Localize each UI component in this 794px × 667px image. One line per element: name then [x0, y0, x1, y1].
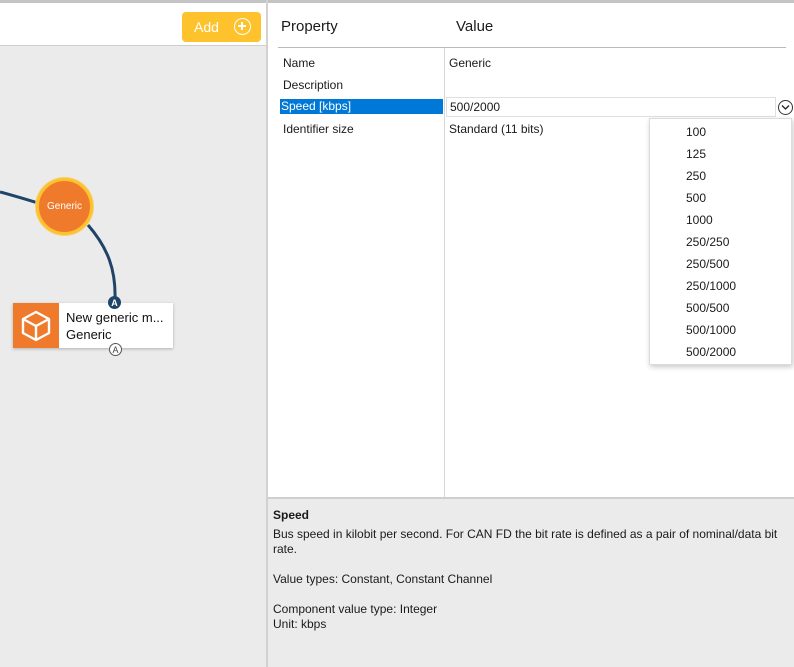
value-column-header: Value: [456, 18, 494, 35]
module-subtitle: Generic: [66, 327, 112, 342]
prop-value-name[interactable]: Generic: [449, 56, 491, 70]
wire-to-module: [86, 224, 117, 301]
speed-option[interactable]: 1000: [686, 213, 713, 227]
speed-option[interactable]: 500/2000: [686, 345, 736, 359]
prop-name-name[interactable]: Name: [283, 56, 315, 70]
bus-node-label: Generic: [46, 201, 82, 212]
property-description-panel: Speed Bus speed in kilobit per second. F…: [268, 497, 794, 667]
module-icon-box: [13, 303, 59, 348]
column-divider[interactable]: [444, 48, 445, 497]
description-unit: Unit: kbps: [273, 617, 327, 631]
speed-option[interactable]: 100: [686, 125, 706, 139]
header-divider: [278, 47, 786, 48]
description-title: Speed: [273, 508, 310, 522]
module-title: New generic m...: [66, 310, 164, 325]
speed-dropdown-list: 100 125 250 500 1000 250/250 250/500 250…: [649, 118, 792, 365]
property-column-header: Property: [281, 18, 338, 35]
speed-dropdown-button[interactable]: [778, 100, 793, 115]
prop-name-speed-selected[interactable]: Speed [kbps]: [280, 99, 443, 114]
panel-top-border: [268, 0, 794, 3]
speed-option[interactable]: 250: [686, 169, 706, 183]
speed-value-field[interactable]: 500/2000: [446, 97, 776, 117]
description-summary: Bus speed in kilobit per second. For CAN…: [273, 527, 778, 556]
wire-to-left: [0, 190, 39, 205]
speed-option[interactable]: 250/250: [686, 235, 729, 249]
port-a-free[interactable]: A: [109, 343, 122, 356]
port-a-connected[interactable]: A: [108, 296, 121, 309]
speed-option[interactable]: 125: [686, 147, 706, 161]
bus-node-generic[interactable]: Generic: [36, 178, 93, 235]
prop-name-identifier-size[interactable]: Identifier size: [283, 122, 354, 136]
description-component-type: Component value type: Integer: [273, 602, 438, 616]
speed-option[interactable]: 250/500: [686, 257, 729, 271]
chevron-down-icon: [781, 105, 790, 110]
speed-option[interactable]: 250/1000: [686, 279, 736, 293]
speed-option[interactable]: 500/500: [686, 301, 729, 315]
diagram-canvas[interactable]: Add Generic New generic m... Generic A A: [0, 0, 266, 667]
speed-option[interactable]: 500/1000: [686, 323, 736, 337]
prop-value-identifier-size[interactable]: Standard (11 bits): [449, 122, 544, 136]
property-panel: Property Value Name Generic Description …: [268, 0, 794, 667]
prop-name-description[interactable]: Description: [283, 78, 343, 92]
description-value-types: Value types: Constant, Constant Channel: [273, 572, 493, 586]
cube-icon: [21, 310, 51, 341]
module-card[interactable]: New generic m... Generic: [13, 303, 173, 348]
speed-option[interactable]: 500: [686, 191, 706, 205]
